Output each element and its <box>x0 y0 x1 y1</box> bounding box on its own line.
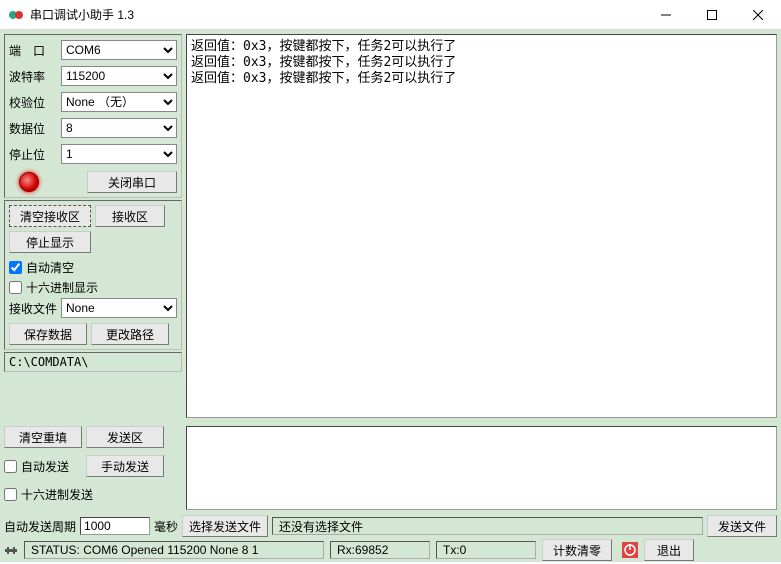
port-label: 端 口 <box>9 42 57 59</box>
rx-counter: Rx:69852 <box>330 541 430 559</box>
port-select[interactable]: COM6 <box>61 40 177 60</box>
auto-clear-label: 自动清空 <box>26 259 74 276</box>
receive-output-area[interactable]: 返回值：0x3，按键都按下，任务2可以执行了 返回值：0x3，按键都按下，任务2… <box>186 34 777 418</box>
minimize-button[interactable] <box>643 0 689 30</box>
parity-label: 校验位 <box>9 94 57 111</box>
status-text: STATUS: COM6 Opened 115200 None 8 1 <box>24 541 324 559</box>
auto-send-period-input[interactable] <box>80 517 150 535</box>
exit-button[interactable]: 退出 <box>644 539 694 561</box>
databits-label: 数据位 <box>9 120 57 137</box>
link-icon <box>4 543 18 557</box>
close-button[interactable] <box>735 0 781 30</box>
auto-send-period-label: 自动发送周期 <box>4 518 76 535</box>
stopbits-select[interactable]: 1 <box>61 144 177 164</box>
receive-group: 清空接收区 接收区 停止显示 自动清空 十六进制显示 接收文件 None 保存数… <box>4 200 182 350</box>
clear-receive-button[interactable]: 清空接收区 <box>9 205 91 227</box>
clear-refill-button[interactable]: 清空重填 <box>4 426 82 448</box>
tx-counter: Tx:0 <box>436 541 536 559</box>
hex-send-checkbox[interactable] <box>4 488 17 501</box>
auto-clear-checkbox[interactable] <box>9 261 22 274</box>
send-input-area[interactable] <box>186 426 777 510</box>
send-area-button[interactable]: 发送区 <box>86 426 164 448</box>
baud-select[interactable]: 115200 <box>61 66 177 86</box>
reset-count-button[interactable]: 计数清零 <box>542 539 612 561</box>
window-title: 串口调试小助手 1.3 <box>30 6 643 23</box>
change-path-button[interactable]: 更改路径 <box>91 323 169 345</box>
auto-send-checkbox[interactable] <box>4 460 17 473</box>
hex-display-checkbox[interactable] <box>9 281 22 294</box>
send-file-status: 还没有选择文件 <box>272 517 703 535</box>
titlebar: 串口调试小助手 1.3 <box>0 0 781 30</box>
port-settings-group: 端 口 COM6 波特率 115200 校验位 None （无） 数据位 8 停… <box>4 34 182 198</box>
databits-select[interactable]: 8 <box>61 118 177 138</box>
recv-file-select[interactable]: None <box>61 298 177 318</box>
period-unit-label: 毫秒 <box>154 518 178 535</box>
choose-send-file-button[interactable]: 选择发送文件 <box>182 515 268 537</box>
hex-send-label: 十六进制发送 <box>21 486 93 503</box>
connection-led-icon <box>19 172 39 192</box>
auto-send-label: 自动发送 <box>21 458 69 475</box>
receive-area-button[interactable]: 接收区 <box>95 205 165 227</box>
baud-label: 波特率 <box>9 68 57 85</box>
close-port-button[interactable]: 关闭串口 <box>87 171 177 193</box>
stop-display-button[interactable]: 停止显示 <box>9 231 91 253</box>
parity-select[interactable]: None （无） <box>61 92 177 112</box>
save-path-display: C:\COMDATA\ <box>4 352 182 372</box>
app-icon <box>8 7 24 23</box>
power-icon <box>622 542 638 558</box>
send-file-button[interactable]: 发送文件 <box>707 515 777 537</box>
manual-send-button[interactable]: 手动发送 <box>86 455 164 477</box>
save-data-button[interactable]: 保存数据 <box>9 323 87 345</box>
stopbits-label: 停止位 <box>9 146 57 163</box>
maximize-button[interactable] <box>689 0 735 30</box>
recv-file-label: 接收文件 <box>9 300 57 317</box>
hex-display-label: 十六进制显示 <box>26 279 98 296</box>
